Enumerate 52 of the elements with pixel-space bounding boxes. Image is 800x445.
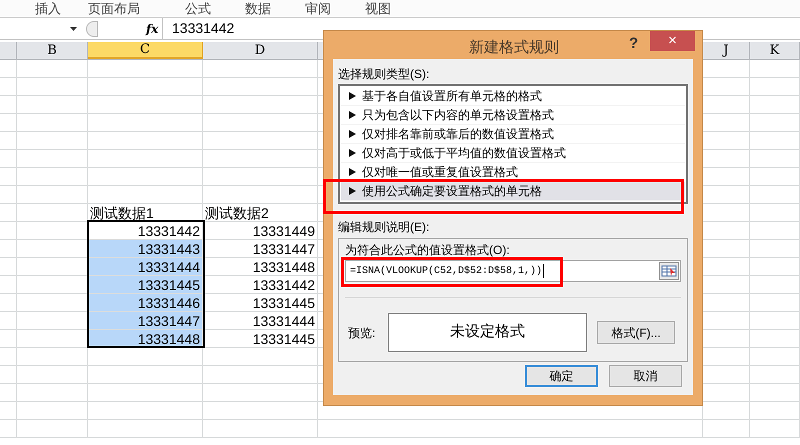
format-button[interactable]: 格式(F)...: [597, 321, 675, 344]
help-button[interactable]: ?: [629, 33, 638, 56]
range-select-icon[interactable]: [659, 262, 679, 280]
table-cell: 13331444: [88, 258, 203, 275]
ribbon-tab[interactable]: 数据: [245, 2, 285, 15]
preview-label: 预览:: [348, 324, 376, 342]
table-cell: 测试数据1: [88, 204, 203, 221]
ribbon-tab[interactable]: 插入: [35, 2, 75, 15]
section-label: 编辑规则说明(E):: [338, 220, 430, 234]
table-cell: 13331442: [203, 276, 318, 293]
ribbon-tab[interactable]: 审阅: [305, 2, 345, 15]
preview-box: 未设定格式: [388, 313, 587, 352]
dialog-title: 新建格式规则: [469, 38, 559, 58]
table-cell: 13331445: [203, 294, 318, 311]
rule-type-item[interactable]: 仅对高于或低于平均值的数值设置格式: [341, 144, 685, 163]
section-label: 选择规则类型(S):: [338, 67, 430, 81]
rule-type-item[interactable]: 只为包含以下内容的单元格设置格式: [341, 106, 685, 125]
dropdown-caret-icon[interactable]: [70, 26, 77, 30]
bullet-arrow-icon: [349, 111, 356, 119]
formula-field[interactable]: =ISNA(VLOOKUP(C52,D$52:D$58,1,)): [345, 260, 681, 282]
column-header[interactable]: D: [203, 42, 318, 59]
table-cell: 13331445: [203, 330, 318, 347]
table-cell: 13331447: [203, 240, 318, 257]
table-cell: 13331445: [88, 276, 203, 293]
bullet-arrow-icon: [349, 168, 356, 176]
table-cell: 13331448: [88, 330, 203, 347]
column-header[interactable]: K: [750, 42, 800, 59]
table-cell: 13331448: [203, 258, 318, 275]
function-button[interactable]: fx: [146, 20, 160, 38]
column-header[interactable]: C: [88, 42, 203, 59]
bullet-arrow-icon: [349, 130, 356, 138]
ribbon-tab[interactable]: 视图: [365, 2, 405, 15]
close-button[interactable]: ×: [650, 31, 695, 51]
table-cell: 测试数据2: [203, 204, 318, 221]
cancel-button[interactable]: 取消: [609, 365, 682, 387]
rule-type-item[interactable]: 使用公式确定要设置格式的单元格: [341, 182, 685, 201]
table-cell: 13331446: [88, 294, 203, 311]
rule-type-item[interactable]: 仅对排名靠前或靠后的数值设置格式: [341, 125, 685, 144]
ribbon-tab[interactable]: 页面布局: [88, 2, 148, 15]
splitter-handle[interactable]: [86, 20, 98, 36]
table-cell: 13331444: [203, 312, 318, 329]
table-cell: 13331443: [88, 240, 203, 257]
rule-type-item[interactable]: 基于各自值设置所有单元格的格式: [341, 87, 685, 106]
field-label: 为符合此公式的值设置格式(O):: [345, 243, 511, 257]
bullet-arrow-icon: [349, 187, 356, 195]
table-cell: 13331447: [88, 312, 203, 329]
formula-input[interactable]: 13331442: [172, 18, 234, 39]
ribbon-tab[interactable]: 公式: [185, 2, 225, 15]
bullet-arrow-icon: [349, 92, 356, 100]
bullet-arrow-icon: [349, 149, 356, 157]
ok-button[interactable]: 确定: [525, 365, 598, 387]
table-cell: 13331449: [203, 222, 318, 239]
